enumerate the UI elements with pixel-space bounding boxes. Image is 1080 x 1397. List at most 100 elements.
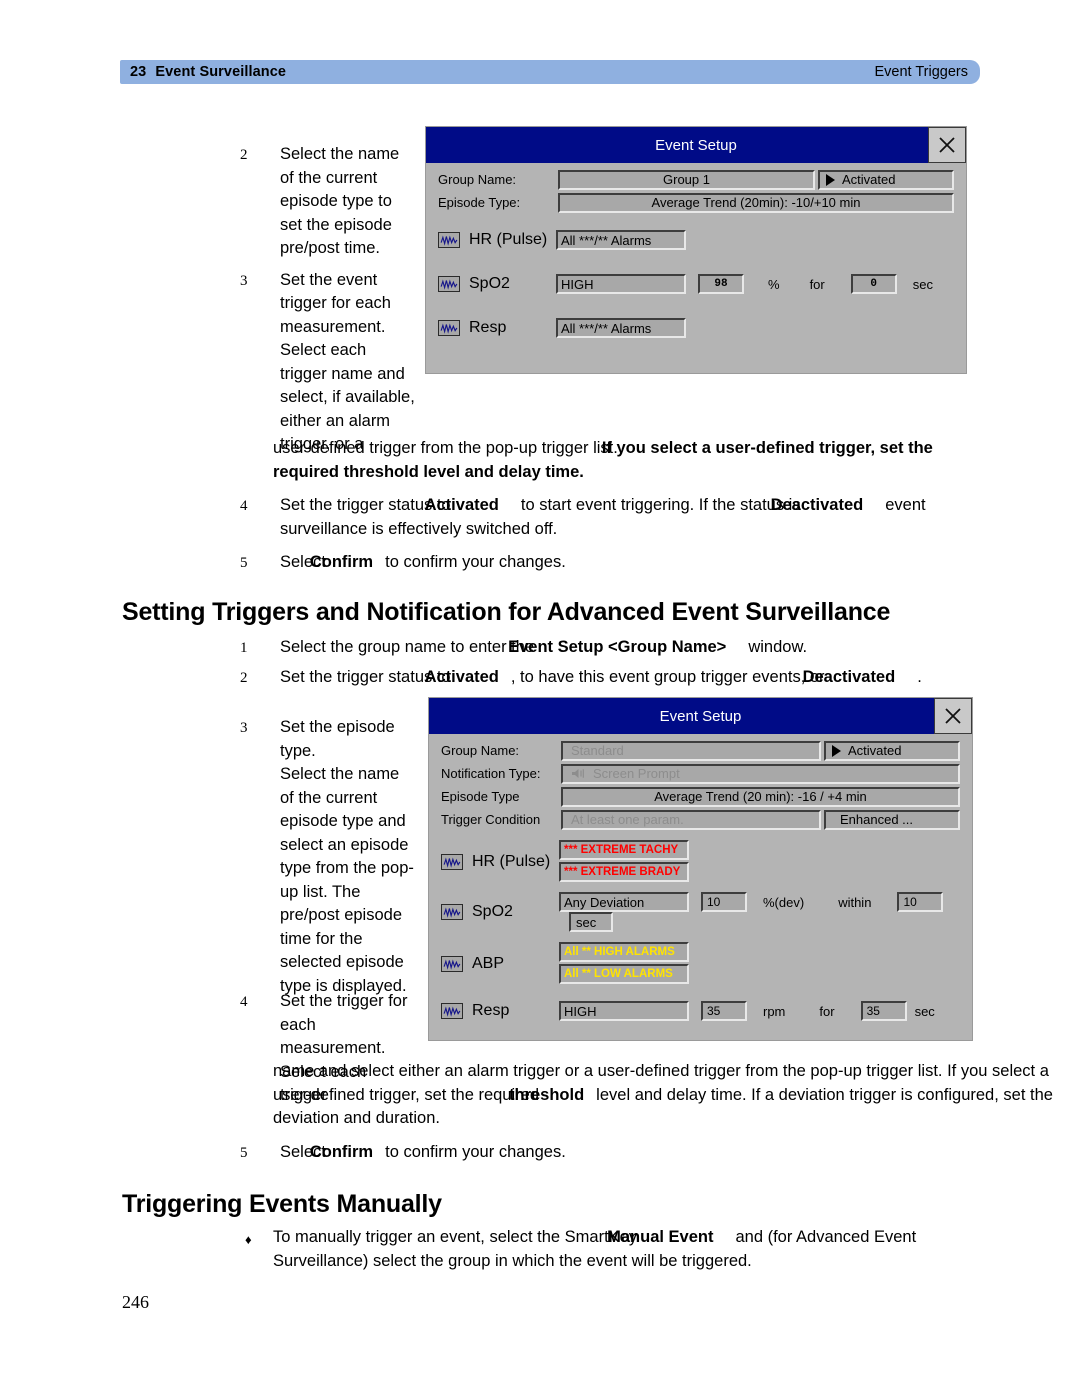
step-number: 5 [240, 555, 248, 571]
close-icon[interactable] [934, 698, 972, 734]
section-a-step3-continuation: user-defined trigger from the pop-up tri… [273, 437, 980, 484]
duration-field[interactable]: 10 [897, 892, 944, 912]
b-step3-a: Set the episode type. [280, 718, 395, 760]
measurement-label: ABP [441, 955, 559, 973]
b-step5-mid: to confirm your changes. [385, 1143, 566, 1161]
trigger-stack: *** EXTREME TACHY *** EXTREME BRADY [559, 840, 689, 884]
section-b-step-3: 3 Set the episode type. Select the name … [240, 716, 415, 998]
b-step3-b: Select the name of the current episode t… [280, 765, 414, 995]
header-section-title: Event Triggers [874, 64, 969, 80]
step5-bold-confirm: Confirm [309, 553, 374, 571]
measurement-fields: HIGH 98 % for 0 sec [556, 274, 933, 294]
trigger-stack: All ** HIGH ALARMS All ** LOW ALARMS [559, 942, 689, 986]
play-triangle-icon [826, 173, 835, 186]
header-chapter: 23 Event Surveillance [130, 64, 286, 80]
for-label: for [819, 1003, 835, 1019]
section-b-step-2: 2 Set the trigger status toActivated, to… [240, 666, 1000, 690]
deviation-unit: %(dev) [763, 894, 805, 910]
measurement-row-resp: Resp HIGH 35 rpm for 35 sec [441, 994, 960, 1028]
group-name-field[interactable]: Standard [561, 740, 821, 761]
measurement-row-hr: HR (Pulse) *** EXTREME TACHY *** EXTREME… [441, 840, 960, 884]
trigger-text-alarm: *** EXTREME BRADY [564, 866, 681, 878]
measurement-fields: All ** HIGH ALARMS All ** LOW ALARMS [559, 942, 689, 986]
measurement-name: HR (Pulse) [469, 231, 548, 248]
field-row-notification-type: Notification Type: Screen Prompt [441, 763, 960, 784]
trigger-field[interactable]: All ** LOW ALARMS [559, 964, 689, 984]
threshold-field[interactable]: 98 [698, 274, 744, 294]
waveform-icon [438, 320, 460, 336]
step-text-narrow: Set the event trigger for each measureme… [280, 270, 415, 454]
section-a-step-5: 5 SelectConfirm to confirm your changes. [240, 551, 990, 575]
deviation-field[interactable]: 10 [701, 892, 747, 912]
b-step2-post: . [917, 668, 922, 686]
trigger-status-button[interactable]: Activated [824, 740, 960, 761]
close-icon[interactable] [928, 127, 966, 163]
dialog-title: Event Setup [659, 707, 742, 725]
step3-wide-a: user-defined trigger from the pop-up tri… [273, 439, 618, 457]
for-label: for [809, 276, 825, 292]
episode-type-field[interactable]: Average Trend (20min): -10/+10 min [558, 192, 954, 213]
within-label: within [838, 894, 872, 910]
threshold-unit: % [768, 276, 780, 292]
measurement-row-hr: HR (Pulse) All ***/** Alarms [438, 223, 954, 257]
trigger-status-button[interactable]: Activated [818, 169, 954, 190]
measurement-name: Resp [472, 1002, 510, 1019]
step-number: 2 [240, 147, 248, 163]
measurement-name: SpO2 [469, 275, 510, 292]
trigger-condition-field[interactable]: At least one param. [561, 809, 821, 830]
duration-unit-field[interactable]: sec [569, 912, 613, 932]
notification-type-field[interactable]: Screen Prompt [561, 763, 960, 784]
field-label: Notification Type: [441, 766, 541, 781]
bullet-text: To manually trigger an event, select the… [273, 1226, 983, 1273]
trigger-text-alarm: All ** LOW ALARMS [564, 968, 673, 980]
list-item: 5 SelectConfirm to confirm your changes. [240, 551, 990, 575]
step-number: 3 [240, 720, 248, 736]
trigger-field[interactable]: *** EXTREME BRADY [559, 862, 689, 882]
dialog-title: Event Setup [655, 136, 737, 154]
waveform-icon [438, 276, 460, 292]
trigger-field[interactable]: All ***/** Alarms [556, 230, 686, 250]
measurement-name: HR (Pulse) [472, 853, 551, 870]
measurement-row-resp: Resp All ***/** Alarms [438, 311, 954, 345]
trigger-field[interactable]: HIGH [556, 274, 686, 294]
dialog-event-setup-basic[interactable]: Event Setup Group Name: Group 1 Activate… [425, 126, 967, 374]
list-item: ♦ To manually trigger an event, select t… [243, 1226, 983, 1273]
trigger-field[interactable]: HIGH [559, 1001, 689, 1021]
list-item: 2 Set the trigger status toActivated, to… [240, 666, 1000, 690]
threshold-field[interactable]: 35 [701, 1001, 747, 1021]
step-number: 2 [240, 670, 248, 686]
group-name-field[interactable]: Group 1 [558, 169, 815, 190]
trigger-text-alarm: All ** HIGH ALARMS [564, 946, 675, 958]
play-triangle-icon [832, 744, 841, 757]
field-row-group-name: Group Name: Standard Activated [441, 740, 960, 761]
measurement-name: SpO2 [472, 903, 513, 920]
measurement-row-abp: ABP All ** HIGH ALARMS All ** LOW ALARMS [441, 942, 960, 986]
delay-field[interactable]: 35 [860, 1001, 907, 1021]
step-text: Set the trigger status toActivated, to h… [280, 666, 1000, 690]
dialog-event-setup-advanced[interactable]: Event Setup Group Name: Standard Activat… [428, 697, 973, 1041]
trigger-field[interactable]: All ** HIGH ALARMS [559, 942, 689, 962]
step-number: 4 [240, 994, 248, 1010]
field-row-group-name: Group Name: Group 1 Activated [438, 169, 954, 190]
trigger-field[interactable]: *** EXTREME TACHY [559, 840, 689, 860]
waveform-icon [438, 232, 460, 248]
measurement-fields: *** EXTREME TACHY *** EXTREME BRADY [559, 840, 689, 884]
notification-type-label: Screen Prompt [593, 766, 680, 781]
bullet-diamond-icon: ♦ [245, 1232, 252, 1247]
speaker-icon [571, 767, 587, 780]
trigger-field[interactable]: Any Deviation [559, 892, 689, 912]
delay-field[interactable]: 0 [850, 274, 897, 294]
field-label: Group Name: [441, 743, 520, 758]
enhanced-button[interactable]: Enhanced ... [824, 809, 960, 830]
section-a-step-4: 4 Set the trigger status toActivated to s… [240, 494, 990, 541]
trigger-text-alarm: *** EXTREME TACHY [564, 844, 679, 856]
measurement-row-spo2: SpO2 Any Deviation 10 %(dev) within 10 s… [441, 892, 960, 932]
waveform-icon [441, 956, 463, 972]
measurement-name: Resp [469, 319, 507, 336]
waveform-icon [441, 904, 463, 920]
measurement-label: SpO2 [438, 275, 556, 293]
trigger-field[interactable]: All ***/** Alarms [556, 318, 686, 338]
dialog-title-bar: Event Setup [429, 698, 972, 734]
field-row-episode-type: Episode Type: Average Trend (20min): -10… [438, 192, 954, 213]
episode-type-field[interactable]: Average Trend (20 min): -16 / +4 min [561, 786, 960, 807]
